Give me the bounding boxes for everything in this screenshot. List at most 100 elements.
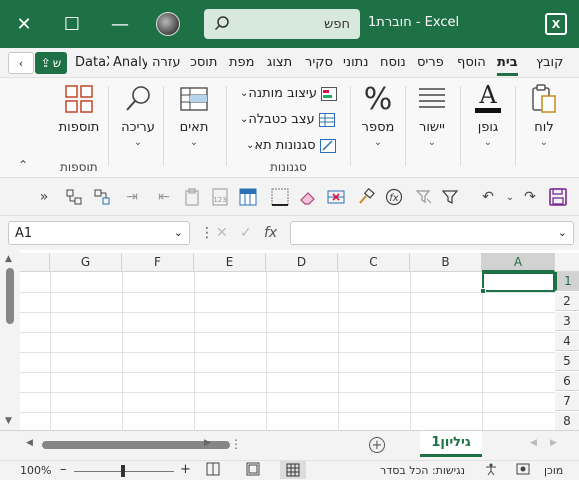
worksheet-grid[interactable]: ▲ ▼ G F E D C B A 1 2 3 4 5 6 7 8 [0,250,579,431]
scroll-thumb[interactable] [6,268,14,324]
maximize-button[interactable]: ☐ [48,0,96,48]
alignment-button[interactable]: יישור ⌄ [410,82,454,148]
chevron-down-icon[interactable]: ⌄ [500,187,520,207]
horizontal-scroll-thumb[interactable] [42,441,230,449]
eraser-icon[interactable] [298,187,318,207]
grid-line [122,272,123,430]
more-icon[interactable]: ⋮ [200,225,214,241]
row-header[interactable]: 4 [555,332,579,351]
normal-view-icon[interactable] [280,461,306,479]
decrease-indent-icon[interactable]: ⇤ [154,187,174,207]
tab-layout[interactable]: פריס [417,55,444,70]
macro-record-icon[interactable] [516,462,530,479]
redo-icon[interactable]: ↷ [520,187,540,207]
cell-styles-button[interactable]: ⌄ סגנונות תא [242,138,336,153]
tab-file[interactable]: קובץ [536,55,563,70]
search-input[interactable]: חפש [204,9,360,39]
scroll-left-icon[interactable]: ◀ [26,438,33,448]
column-header[interactable]: F [122,253,194,272]
column-header[interactable]: E [194,253,266,272]
column-header[interactable]: D [266,253,338,272]
tab-addins[interactable]: תוסכ [190,55,217,70]
share-button[interactable]: ⇪ ש [35,52,67,74]
scroll-down-icon[interactable]: ▼ [5,416,12,426]
row-header[interactable]: 3 [555,312,579,331]
row-header[interactable]: 2 [555,292,579,311]
number-format-icon[interactable]: 123 [210,187,230,207]
insert-function-icon[interactable]: fx [384,187,404,207]
row-header[interactable]: 8 [555,412,579,431]
sheet-scroll-right-icon[interactable]: ▶ [550,438,557,448]
scroll-up-icon[interactable]: ▲ [5,254,12,264]
column-header-partial[interactable] [20,253,50,272]
tab-review[interactable]: סקיר [305,55,333,70]
clear-cell-icon[interactable] [326,187,346,207]
accessibility-status[interactable]: נגישות: הכל בסדר [380,464,465,477]
row-header[interactable]: 5 [555,352,579,371]
conditional-formatting-button[interactable]: ⌄ עיצוב מותנה [236,86,337,101]
zoom-out-button[interactable]: – [60,462,67,477]
group-icon[interactable] [64,187,84,207]
editing-button[interactable]: עריכה ⌄ [116,82,160,148]
format-as-table-button[interactable]: ⌄ עצב כטבלה [236,112,335,127]
enter-icon[interactable]: ✓ [240,225,252,241]
tab-datax[interactable]: DataX [75,55,109,70]
data-table-icon[interactable] [238,187,258,207]
save-icon[interactable] [548,187,568,207]
more-icon[interactable]: ⋮ [230,437,242,451]
number-button[interactable]: % מספר ⌄ [356,82,400,149]
page-layout-view-icon[interactable] [246,462,260,479]
row-header[interactable]: 7 [555,392,579,411]
tab-help[interactable]: עזרה [152,55,180,70]
zoom-slider-thumb[interactable] [121,465,125,477]
column-header[interactable]: B [410,253,482,272]
insert-function-button[interactable]: fx [264,225,277,241]
undo-icon[interactable]: ↶ [478,187,498,207]
column-header[interactable]: G [50,253,122,272]
page-break-view-icon[interactable] [206,462,220,479]
tab-developer[interactable]: מפת [229,55,255,70]
zoom-in-button[interactable]: + [180,462,191,477]
grid-line [338,272,339,430]
ungroup-icon[interactable] [92,187,112,207]
close-button[interactable]: ✕ [0,0,48,48]
scroll-right-icon[interactable]: ▶ [204,438,211,448]
paste-button[interactable]: לוח ⌄ [524,82,564,148]
tab-data[interactable]: נתוני [343,55,368,70]
addins-button[interactable]: תוספות [54,82,104,135]
vertical-scrollbar[interactable]: ▲ ▼ [0,250,20,430]
increase-indent-icon[interactable]: ⇥ [122,187,142,207]
row-header[interactable]: 1 [555,272,579,291]
avatar[interactable] [156,12,180,36]
tab-formulas[interactable]: נוסח [380,55,406,70]
column-header[interactable]: C [338,253,410,272]
format-painter-icon[interactable] [356,187,376,207]
select-all-corner[interactable] [555,253,579,272]
tab-view[interactable]: תצוג [267,55,292,70]
filter-icon[interactable] [440,187,460,207]
cancel-icon[interactable]: ✕ [216,225,228,241]
column-header[interactable]: A [482,253,555,272]
tab-insert[interactable]: הוסף [457,55,486,70]
tab-analyze[interactable]: Analy [113,55,147,70]
zoom-level[interactable]: 100% [20,464,51,477]
more-tabs-button[interactable]: ‹ [8,52,34,74]
collapse-ribbon-icon[interactable]: ⌃ [18,158,28,172]
sheet-tab[interactable]: גיליון1 [420,431,482,457]
formula-input[interactable]: ⌄ [290,221,574,245]
active-cell[interactable] [480,272,555,294]
formula-bar: A1 ⌄ ⋮ ✕ ✓ fx ⌄ [0,216,579,250]
more-commands-icon[interactable]: » [34,187,54,207]
name-box[interactable]: A1 ⌄ [8,221,190,245]
borders-icon[interactable] [270,187,290,207]
clear-filter-icon[interactable] [414,187,434,207]
paste-special-icon[interactable] [182,187,202,207]
tab-home[interactable]: בית [497,55,518,76]
cells-button[interactable]: תאים ⌄ [172,82,216,148]
font-button[interactable]: A גופן ⌄ [466,82,510,148]
minimize-button[interactable]: — [96,0,144,48]
fill-handle[interactable] [480,288,486,294]
add-sheet-icon[interactable]: + [369,437,385,453]
sheet-scroll-left-icon[interactable]: ◀ [530,438,537,448]
row-header[interactable]: 6 [555,372,579,391]
